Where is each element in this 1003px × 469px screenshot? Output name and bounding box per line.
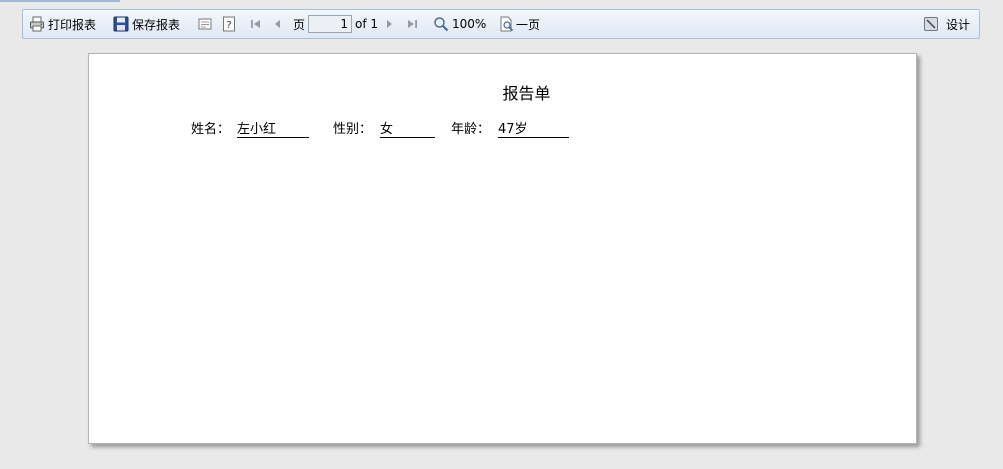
save-report-label: 保存报表: [132, 17, 181, 32]
page-setup-button[interactable]: [197, 10, 213, 38]
print-report-button[interactable]: 打印报表: [29, 10, 96, 38]
first-page-button[interactable]: [249, 10, 263, 38]
gender-field-value: 女: [380, 118, 435, 138]
page-navigator: 页 1 of 1: [293, 10, 378, 38]
page-number-input[interactable]: 1: [308, 15, 353, 33]
zoom-level: 100%: [452, 17, 487, 31]
zoom-button[interactable]: 100%: [433, 10, 486, 38]
printer-icon: [29, 16, 45, 32]
first-page-icon: [249, 16, 263, 32]
help-icon: ?: [221, 16, 237, 32]
help-button[interactable]: ?: [221, 10, 237, 38]
last-page-icon: [405, 16, 419, 32]
previous-page-icon: [273, 16, 283, 32]
print-report-label: 打印报表: [48, 17, 97, 32]
page-total: of 1: [355, 17, 379, 31]
floppy-disk-icon: [113, 16, 129, 32]
svg-text:?: ?: [226, 20, 231, 31]
page-magnifier-icon: [499, 16, 515, 32]
design-icon: [923, 16, 939, 32]
one-page-view-button[interactable]: 一页: [499, 10, 540, 38]
save-report-button[interactable]: 保存报表: [113, 10, 180, 38]
previous-page-button[interactable]: [273, 10, 283, 38]
page-label: 页: [293, 17, 306, 32]
age-field-label: 年龄：: [451, 122, 491, 137]
report-page: 报告单 姓名： 左小红 性别： 女 年龄： 47岁: [88, 53, 917, 444]
page-setup-icon: [197, 16, 213, 32]
one-page-label: 一页: [516, 17, 541, 32]
window-top-accent: [0, 0, 120, 2]
next-page-button[interactable]: [384, 10, 394, 38]
next-page-icon: [384, 16, 394, 32]
name-field-label: 姓名：: [191, 122, 231, 137]
magnifier-icon: [433, 16, 449, 32]
age-field-value: 47岁: [498, 118, 569, 138]
design-label: 设计: [946, 17, 971, 32]
report-title: 报告单: [502, 84, 551, 103]
last-page-button[interactable]: [405, 10, 419, 38]
report-toolbar: 打印报表 保存报表 ? 页 1 of 1 100% 一页 设计: [22, 9, 980, 39]
name-field-value: 左小红: [237, 118, 309, 138]
design-button[interactable]: 设计: [923, 10, 970, 38]
gender-field-label: 性别：: [333, 122, 373, 137]
